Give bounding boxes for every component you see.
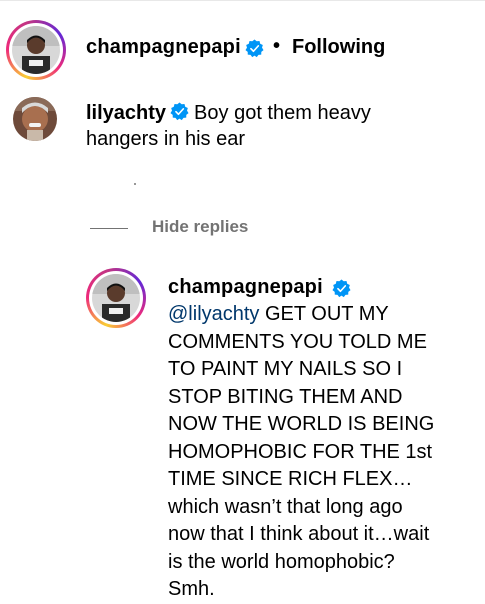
verified-badge-icon [170,102,189,121]
reply-author-username[interactable]: champagnepapi [168,276,323,299]
reply-author-avatar[interactable] [86,268,146,328]
comment-author-avatar[interactable] [13,97,57,141]
comment-author-username[interactable]: lilyachty [86,102,166,124]
separator-dot: • [273,35,281,57]
following-button[interactable]: Following [292,36,385,59]
verified-badge-icon [245,39,264,58]
verified-badge-icon [332,279,351,298]
reply-text: GET OUT MY COMMENTS YOU TOLD ME TO PAINT… [168,303,435,600]
top-divider [0,0,485,1]
comment-body: lilyachty Boy got them heavy hangers in … [86,100,406,152]
hide-replies-line [90,228,128,229]
hide-replies-button[interactable]: Hide replies [152,217,248,237]
post-author-username[interactable]: champagnepapi [86,36,241,59]
reply-body: @lilyachty GET OUT MY COMMENTS YOU TOLD … [168,301,438,604]
mention-link[interactable]: @lilyachty [168,303,259,325]
stray-dot [134,183,136,185]
post-author-avatar[interactable] [6,20,66,80]
